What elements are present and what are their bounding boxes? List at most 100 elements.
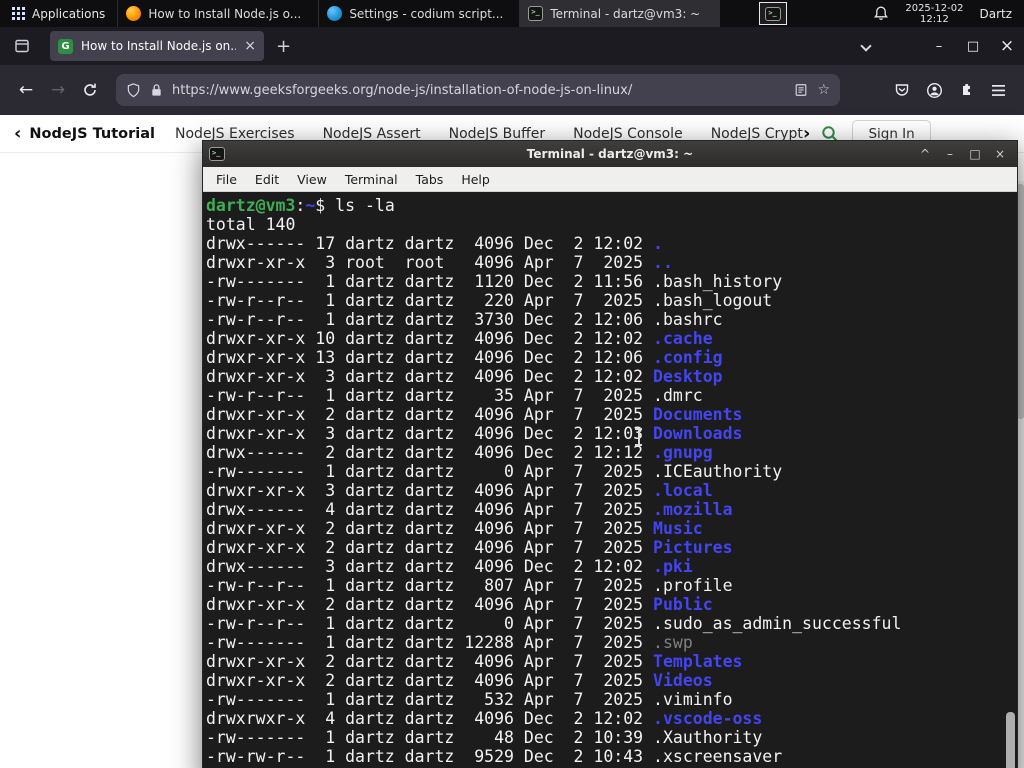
terminal-output-line: drwxrwxr-x 4 dartz dartz 4096 Dec 2 12:0… (206, 709, 1015, 728)
pocket-button[interactable] (886, 75, 918, 105)
firefox-view-button[interactable] (8, 32, 36, 60)
file-name: Templates (653, 652, 743, 671)
window-controls: – □ × (922, 27, 1024, 65)
total-line: total 140 (206, 215, 296, 234)
terminal-menu-item[interactable]: File (207, 172, 246, 187)
file-name: Music (653, 519, 703, 538)
file-meta: -rw-r--r-- 1 dartz dartz 35 Apr 7 2025 (206, 386, 654, 405)
file-name: .ICEauthority (653, 462, 783, 481)
list-all-tabs-icon[interactable] (860, 40, 872, 52)
page-scrollbar-thumb[interactable] (1017, 184, 1024, 419)
terminal-output-line: drwxr-xr-x 2 dartz dartz 4096 Apr 7 2025… (206, 595, 1015, 614)
geeksforgeeks-favicon: G (58, 38, 73, 54)
file-meta: drwxr-xr-x 2 dartz dartz 4096 Apr 7 2025 (206, 538, 654, 557)
maximize-button[interactable]: □ (956, 27, 990, 65)
app-menu-button[interactable] (982, 75, 1014, 105)
new-tab-button[interactable]: + (276, 36, 291, 57)
applications-menu-button[interactable]: Applications (0, 0, 117, 27)
tab-close-button[interactable]: × (244, 38, 256, 54)
close-button[interactable]: × (990, 27, 1024, 65)
terminal-output-line: drwxr-xr-x 10 dartz dartz 4096 Dec 2 12:… (206, 329, 1015, 348)
url-text: https://www.geeksforgeeks.org/node-js/in… (172, 82, 633, 98)
minimize-button[interactable]: – (922, 27, 956, 65)
file-name: .viminfo (653, 690, 733, 709)
clock-date: 2025-12-02 (905, 2, 964, 14)
lock-icon[interactable] (150, 83, 163, 97)
user-label: Dartz (979, 6, 1012, 21)
terminal-output-line: -rw------- 1 dartz dartz 0 Apr 7 2025 .I… (206, 462, 1015, 481)
file-name: .bashrc (653, 310, 723, 329)
terminal-output[interactable]: dartz@vm3:~$ ls -la total 140 drwx------… (203, 192, 1017, 768)
terminal-window-button[interactable]: □ (964, 144, 986, 164)
notifications-button[interactable] (873, 0, 889, 27)
extensions-button[interactable] (950, 75, 982, 105)
back-button[interactable]: ← (10, 75, 42, 105)
browser-tab[interactable]: G How to Install Node.js on... × (50, 31, 264, 61)
desktop-panel: Applications How to Install Node.js o...… (0, 0, 1024, 27)
terminal-output-line: drwxr-xr-x 2 dartz dartz 4096 Apr 7 2025… (206, 538, 1015, 557)
file-name: .xscreensaver (653, 747, 783, 766)
terminal-window-button[interactable]: ^ (914, 144, 936, 164)
taskbar-button[interactable]: Settings - codium script... (318, 0, 519, 27)
file-name: Public (653, 595, 713, 614)
navigation-toolbar: ← → https://www.geeksforgeeks.org/node-j… (0, 65, 1024, 115)
terminal-output-line: -rw------- 1 dartz dartz 48 Dec 2 10:39 … (206, 728, 1015, 747)
task-title: Terminal - dartz@vm3: ~ (550, 6, 701, 21)
url-bar[interactable]: https://www.geeksforgeeks.org/node-js/in… (116, 74, 840, 106)
terminal-output-line: drwxr-xr-x 13 dartz dartz 4096 Dec 2 12:… (206, 348, 1015, 367)
terminal-menu-item[interactable]: Edit (246, 172, 288, 187)
terminal-output-line: drwxr-xr-x 2 dartz dartz 4096 Apr 7 2025… (206, 671, 1015, 690)
file-name: .config (653, 348, 723, 367)
tray-terminal-item[interactable] (759, 2, 788, 25)
page-scrollbar[interactable] (1017, 181, 1024, 768)
file-meta: drwxr-xr-x 3 dartz dartz 4096 Dec 2 12:0… (206, 424, 654, 443)
reload-icon (84, 83, 96, 96)
file-name: Desktop (653, 367, 723, 386)
nav-active-item[interactable]: NodeJS Tutorial (29, 126, 155, 142)
task-icon (528, 6, 544, 21)
terminal-titlebar[interactable]: Terminal - dartz@vm3: ~ ^–□× (203, 141, 1017, 167)
taskbar: How to Install Node.js o... Settings - c… (117, 0, 721, 27)
hamburger-menu-icon (991, 84, 1005, 96)
file-name: .bash_history (653, 272, 783, 291)
file-name: .local (653, 481, 713, 500)
file-meta: drwx------ 17 dartz dartz 4096 Dec 2 12:… (206, 234, 654, 253)
forward-button[interactable]: → (42, 75, 74, 105)
terminal-output-line: drwxr-xr-x 2 dartz dartz 4096 Apr 7 2025… (206, 519, 1015, 538)
terminal-output-line: drwxr-xr-x 3 root root 4096 Apr 7 2025 .… (206, 253, 1015, 272)
terminal-scrollbar-thumb[interactable] (1006, 712, 1015, 768)
nav-prev-icon[interactable]: ‹ (14, 124, 21, 143)
file-meta: -rw------- 1 dartz dartz 532 Apr 7 2025 (206, 690, 654, 709)
file-meta: drwxr-xr-x 2 dartz dartz 4096 Apr 7 2025 (206, 671, 654, 690)
applications-grid-icon (12, 7, 25, 20)
terminal-menu-item[interactable]: Tabs (407, 172, 453, 187)
file-meta: drwxr-xr-x 2 dartz dartz 4096 Apr 7 2025 (206, 405, 654, 424)
terminal-menu-item[interactable]: View (288, 172, 336, 187)
taskbar-button[interactable]: How to Install Node.js o... (117, 0, 318, 27)
taskbar-button[interactable]: Terminal - dartz@vm3: ~ (519, 0, 721, 27)
terminal-icon (209, 147, 225, 161)
terminal-output-line: -rw-r--r-- 1 dartz dartz 807 Apr 7 2025 … (206, 576, 1015, 595)
bookmark-star-icon[interactable]: ☆ (817, 82, 830, 98)
terminal-window-button[interactable]: × (989, 144, 1011, 164)
tracking-protection-shield-icon[interactable] (126, 82, 141, 98)
terminal-output-line: drwxr-xr-x 3 dartz dartz 4096 Dec 2 12:0… (206, 424, 1015, 443)
file-name: .Xauthority (653, 728, 763, 747)
reader-mode-icon[interactable] (794, 83, 808, 97)
terminal-menu-item[interactable]: Terminal (336, 172, 407, 187)
file-meta: drwxr-xr-x 2 dartz dartz 4096 Apr 7 2025 (206, 595, 654, 614)
terminal-window-button[interactable]: – (939, 144, 961, 164)
terminal-output-line: drwx------ 4 dartz dartz 4096 Apr 7 2025… (206, 500, 1015, 519)
firefox-view-icon (15, 39, 29, 53)
file-meta: -rw-r--r-- 1 dartz dartz 0 Apr 7 2025 (206, 614, 654, 633)
clock-time: 12:12 (919, 13, 949, 25)
file-name: .pki (653, 557, 693, 576)
account-icon (926, 82, 942, 98)
reload-button[interactable] (74, 75, 106, 105)
terminal-menu-item[interactable]: Help (452, 172, 499, 187)
file-name: Downloads (653, 424, 743, 443)
applications-label: Applications (32, 6, 106, 21)
panel-clock[interactable]: 2025-12-02 12:12 (905, 0, 963, 27)
account-button[interactable] (918, 75, 950, 105)
task-icon (126, 6, 142, 21)
